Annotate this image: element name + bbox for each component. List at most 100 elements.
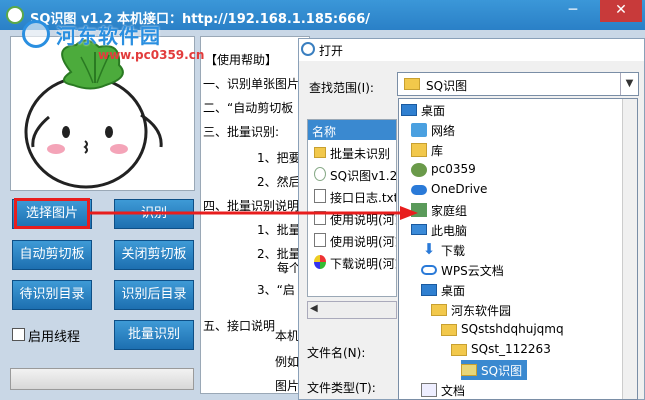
cloud-icon xyxy=(411,185,427,195)
batch-recognize-button[interactable]: 批量识别 xyxy=(114,320,194,350)
tree-item-desktop[interactable]: 桌面 xyxy=(401,100,621,120)
file-name: 批量未识别 xyxy=(330,147,391,161)
help-line: 四、批量识别说明 xyxy=(203,199,300,213)
tree-item-downloads[interactable]: ⬇ 下载 xyxy=(421,240,611,260)
homegroup-icon xyxy=(411,203,427,217)
folder-icon xyxy=(314,147,326,158)
list-item[interactable]: SQ识图v1.2. xyxy=(308,164,396,184)
enable-thread-checkbox[interactable]: 启用线程 xyxy=(12,326,102,345)
tree-item-label: SQ识图 xyxy=(481,364,523,378)
minimize-button[interactable]: ─ xyxy=(555,0,591,22)
help-text-panel: 【使用帮助】 一、识别单张图片 二、“自动剪切板 三、批量识别: 1、把要 2、… xyxy=(200,36,310,394)
help-line: 例如 xyxy=(275,355,300,369)
close-clipboard-button[interactable]: 关闭剪切板 xyxy=(114,240,194,270)
list-item[interactable]: 下载说明(河东 xyxy=(308,252,396,272)
tree-item-this-pc[interactable]: 此电脑 xyxy=(411,220,611,240)
list-item[interactable]: 批量未识别 xyxy=(308,142,396,162)
folder-icon xyxy=(441,324,457,336)
list-item[interactable]: 使用说明(河东 xyxy=(308,208,396,228)
help-line: 五、接口说明 xyxy=(203,319,276,333)
help-line: 图片 xyxy=(275,379,300,393)
documents-icon xyxy=(421,383,437,397)
horizontal-scrollbar[interactable]: ◀ xyxy=(307,301,397,319)
help-line: 本机 xyxy=(275,329,300,343)
tree-item-hedong[interactable]: 河东软件园 xyxy=(431,300,611,320)
file-name: 使用说明(河东 xyxy=(330,235,396,249)
user-icon xyxy=(411,163,427,177)
tree-item-wps-cloud[interactable]: WPS云文档 xyxy=(421,260,611,280)
desktop-folder-icon xyxy=(421,284,437,296)
auto-clipboard-button[interactable]: 自动剪切板 xyxy=(12,240,92,270)
chevron-left-icon[interactable]: ◀ xyxy=(310,303,318,314)
tree-item-label: 下载 xyxy=(441,244,466,258)
folder-icon xyxy=(451,344,467,356)
lookin-value: SQ识图 xyxy=(426,79,468,93)
title-bar: SQ识图 v1.2 本机接口：http://192.168.1.185:666/… xyxy=(0,0,645,30)
close-button[interactable]: ✕ xyxy=(600,0,642,22)
done-dir-button[interactable]: 识别后目录 xyxy=(114,280,194,310)
recognize-button[interactable]: 识别 xyxy=(114,199,194,229)
tree-item-desktop-folder[interactable]: 桌面 xyxy=(421,280,611,300)
tree-item-label: 家庭组 xyxy=(431,204,468,218)
tree-item-label: SQst_112263 xyxy=(471,342,551,356)
tree-item-sqstshdqhujqmq[interactable]: SQstshdqhujqmq xyxy=(441,320,611,340)
lookin-label: 查找范围(I): xyxy=(309,81,374,95)
download-file-icon xyxy=(314,255,326,269)
network-icon xyxy=(411,123,427,137)
help-line: 【使用帮助】 xyxy=(205,53,278,67)
file-name: 接口日志.txt xyxy=(330,191,397,205)
tree-item-sqst-112263[interactable]: SQst_112263 xyxy=(451,340,611,360)
radish-mascot-icon xyxy=(24,39,163,189)
file-list[interactable]: 名称 批量未识别 SQ识图v1.2. 接口日志.txt 使用说明(河东 使用说明… xyxy=(307,119,397,297)
column-header-name[interactable]: 名称 xyxy=(308,120,396,140)
text-file-icon xyxy=(314,189,326,203)
chevron-down-icon[interactable]: ▼ xyxy=(620,73,638,95)
lookin-dropdown[interactable]: SQ识图 ▼ xyxy=(397,72,639,96)
help-line: 2、然后 xyxy=(257,175,301,189)
tree-item-label: pc0359 xyxy=(431,162,476,176)
tree-item-documents[interactable]: 文档 xyxy=(421,380,611,399)
help-line: 1、批量 xyxy=(257,223,301,237)
tree-item-label: OneDrive xyxy=(431,182,488,196)
checkbox-label: 启用线程 xyxy=(28,330,81,345)
tree-item-network[interactable]: 网络 xyxy=(411,120,611,140)
dialog-title-bar: 打开 xyxy=(299,39,644,61)
help-line: 3、“启 xyxy=(257,283,295,297)
dialog-title: 打开 xyxy=(319,44,344,58)
filetype-label: 文件类型(T): xyxy=(307,381,376,395)
tree-item-onedrive[interactable]: OneDrive xyxy=(411,180,611,200)
document-icon xyxy=(314,211,326,225)
tree-item-library[interactable]: 库 xyxy=(411,140,611,160)
tree-item-user[interactable]: pc0359 xyxy=(411,160,611,180)
download-icon: ⬇ xyxy=(422,240,436,258)
tree-item-homegroup[interactable]: 家庭组 xyxy=(411,200,611,220)
help-line: 三、批量识别: xyxy=(203,125,280,139)
checkbox-box[interactable] xyxy=(12,328,25,341)
tree-item-label: 桌面 xyxy=(421,104,446,118)
computer-icon xyxy=(411,224,427,235)
highlight-box xyxy=(14,198,90,229)
tree-item-label: SQstshdqhujqmq xyxy=(461,322,564,336)
tree-item-label: 此电脑 xyxy=(431,224,468,238)
filename-label: 文件名(N): xyxy=(307,346,366,360)
tree-item-label: 库 xyxy=(431,144,444,158)
pending-dir-button[interactable]: 待识别目录 xyxy=(12,280,92,310)
tree-item-label: 桌面 xyxy=(441,284,466,298)
list-item[interactable]: 接口日志.txt xyxy=(308,186,397,206)
file-name: 使用说明(河东 xyxy=(330,213,396,227)
folder-icon xyxy=(431,304,447,316)
tree-item-sq-recognize[interactable]: SQ识图 xyxy=(461,360,527,380)
tree-item-label: 网络 xyxy=(431,124,456,138)
tree-item-label: 河东软件园 xyxy=(451,304,512,318)
document-icon xyxy=(314,233,326,247)
tree-item-label: 文档 xyxy=(441,384,466,398)
lookin-tree-dropdown[interactable]: 桌面 网络 库 pc0359 OneDrive 家庭组 此电脑 ⬇ 下载 WPS… xyxy=(398,98,638,400)
dialog-icon xyxy=(301,42,315,56)
folder-icon xyxy=(404,78,420,90)
list-item[interactable]: 使用说明(河东 xyxy=(308,230,396,250)
tree-item-label: WPS云文档 xyxy=(441,264,504,278)
folder-icon xyxy=(461,364,477,376)
vertical-scrollbar[interactable] xyxy=(622,99,637,399)
help-line: 一、识别单张图片 xyxy=(203,77,300,91)
image-preview xyxy=(10,36,195,191)
